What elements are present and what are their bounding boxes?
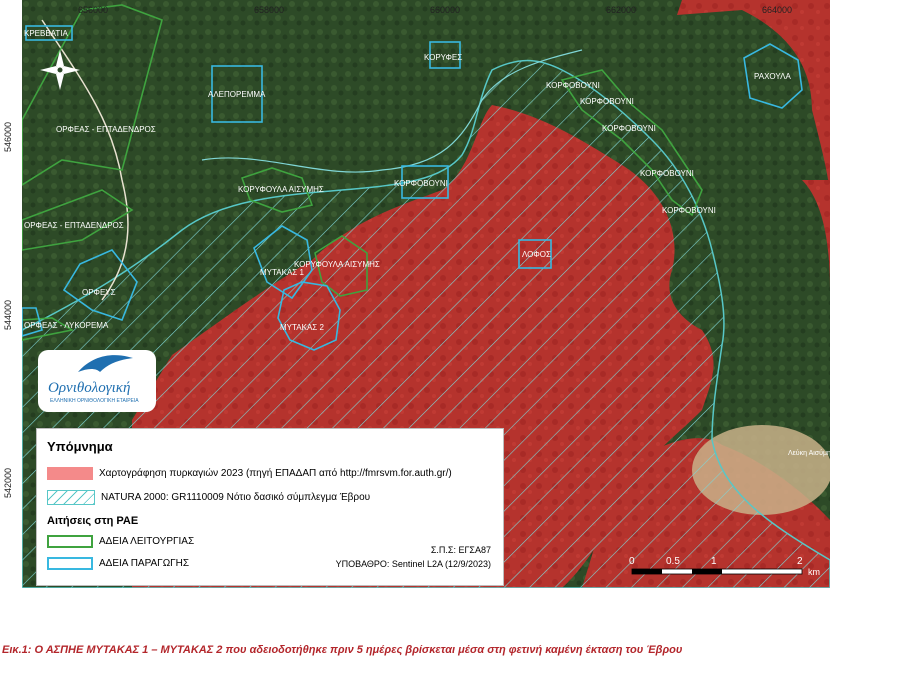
place-label: ΚΟΡΦΟΒΟΥΝΙ bbox=[546, 81, 600, 90]
legend-operation-label: ΑΔΕΙΑ ΛΕΙΤΟΥΡΓΙΑΣ bbox=[99, 536, 195, 547]
legend-crs: Σ.Π.Σ: ΕΓΣΑ87 bbox=[430, 545, 491, 555]
legend-applications-title: Αιτήσεις στη ΡΑΕ bbox=[47, 515, 139, 527]
place-label: ΜΥΤΑΚΑΣ 1 bbox=[260, 268, 304, 277]
production-swatch bbox=[47, 557, 93, 570]
place-label: ΚΟΡΦΟΒΟΥΝΙ bbox=[662, 206, 716, 215]
place-label: Λεύκη Αισύμη bbox=[788, 449, 830, 457]
place-label: ΟΡΦΕΑΣ - ΕΠΤΑΔΕΝΔΡΟΣ bbox=[24, 221, 124, 230]
place-label: ΚΟΡΥΦΟΥΛΑ ΑΙΣΥΜΗΣ bbox=[294, 260, 380, 269]
ornithologiki-logo: Ορνιθολογική ΕΛΛΗΝΙΚΗ ΟΡΝΙΘΟΛΟΓΙΚΗ ΕΤΑΙΡ… bbox=[38, 350, 156, 412]
legend-basemap: ΥΠΟΒΑΘΡΟ: Sentinel L2A (12/9/2023) bbox=[335, 559, 491, 569]
legend-row-fire: Χαρτογράφηση πυρκαγιών 2023 (πηγή ΕΠΑΔΑΠ… bbox=[47, 467, 452, 480]
scale-unit: km bbox=[808, 567, 820, 577]
place-label: ΜΥΤΑΚΑΣ 2 bbox=[280, 323, 324, 332]
legend-title: Υπόμνημα bbox=[47, 439, 113, 454]
scale-label: 0 bbox=[629, 556, 635, 567]
x-coord: 656000 bbox=[78, 5, 109, 15]
place-label: ΚΟΡΥΦΟΥΛΑ ΑΙΣΥΜΗΣ bbox=[238, 185, 324, 194]
place-label: ΚΟΡΦΟΒΟΥΝΙ bbox=[580, 97, 634, 106]
legend-panel: Υπόμνημα Χαρτογράφηση πυρκαγιών 2023 (πη… bbox=[36, 428, 504, 586]
legend-row-operation: ΑΔΕΙΑ ΛΕΙΤΟΥΡΓΙΑΣ bbox=[47, 535, 194, 548]
x-coord: 664000 bbox=[762, 5, 793, 15]
scale-label: 1 bbox=[711, 556, 717, 567]
north-arrow-icon bbox=[40, 50, 80, 90]
logo-subtitle: ΕΛΛΗΝΙΚΗ ΟΡΝΙΘΟΛΟΓΙΚΗ ΕΤΑΙΡΕΙΑ bbox=[50, 398, 139, 404]
legend-natura-label: NATURA 2000: GR1110009 Νότιο δασικό σύμπ… bbox=[101, 492, 371, 503]
place-label: ΚΟΡΦΟΒΟΥΝΙ bbox=[394, 179, 448, 188]
legend-row-production: ΑΔΕΙΑ ΠΑΡΑΓΩΓΗΣ bbox=[47, 557, 189, 570]
place-label: ΡΑΧΟΥΛΑ bbox=[754, 72, 791, 81]
x-coord: 662000 bbox=[606, 5, 637, 15]
x-coord: 658000 bbox=[254, 5, 285, 15]
place-label: ΚΟΡΦΟΒΟΥΝΙ bbox=[602, 124, 656, 133]
y-coord: 546000 bbox=[3, 121, 13, 152]
place-label: ΚΡΕΒΒΑΤΙΑ bbox=[24, 29, 69, 38]
logo-name: Ορνιθολογική bbox=[48, 380, 131, 396]
place-label: ΟΡΦΕΥΣ bbox=[82, 288, 116, 297]
legend-production-label: ΑΔΕΙΑ ΠΑΡΑΓΩΓΗΣ bbox=[99, 558, 190, 569]
y-coord: 542000 bbox=[3, 467, 13, 498]
place-label: ΟΡΦΕΑΣ - ΕΠΤΑΔΕΝΔΡΟΣ bbox=[56, 125, 156, 134]
legend-fire-label: Χαρτογράφηση πυρκαγιών 2023 (πηγή ΕΠΑΔΑΠ… bbox=[99, 468, 452, 479]
scale-label: 0.5 bbox=[666, 556, 680, 567]
x-coord: 660000 bbox=[430, 5, 461, 15]
place-label: ΚΟΡΦΟΒΟΥΝΙ bbox=[640, 169, 694, 178]
fire-swatch bbox=[47, 467, 93, 480]
place-label: ΚΟΡΥΦΕΣ bbox=[424, 53, 462, 62]
place-label: ΑΛΕΠΟΡΕΜΜΑ bbox=[208, 90, 266, 99]
place-label: ΛΟΦΟΣ bbox=[522, 250, 551, 259]
place-label: ΟΡΦΕΑΣ - ΛΥΚΟΡΕΜΑ bbox=[24, 321, 109, 330]
y-coord: 544000 bbox=[3, 299, 13, 330]
bird-icon bbox=[78, 355, 133, 372]
legend-row-natura: NATURA 2000: GR1110009 Νότιο δασικό σύμπ… bbox=[47, 490, 370, 505]
scale-label: 2 bbox=[797, 556, 803, 567]
natura-swatch bbox=[47, 490, 95, 505]
figure-caption: Εικ.1: Ο ΑΣΠΗΕ ΜΥΤΑΚΑΣ 1 – ΜΥΤΑΚΑΣ 2 που… bbox=[2, 644, 683, 656]
operation-swatch bbox=[47, 535, 93, 548]
